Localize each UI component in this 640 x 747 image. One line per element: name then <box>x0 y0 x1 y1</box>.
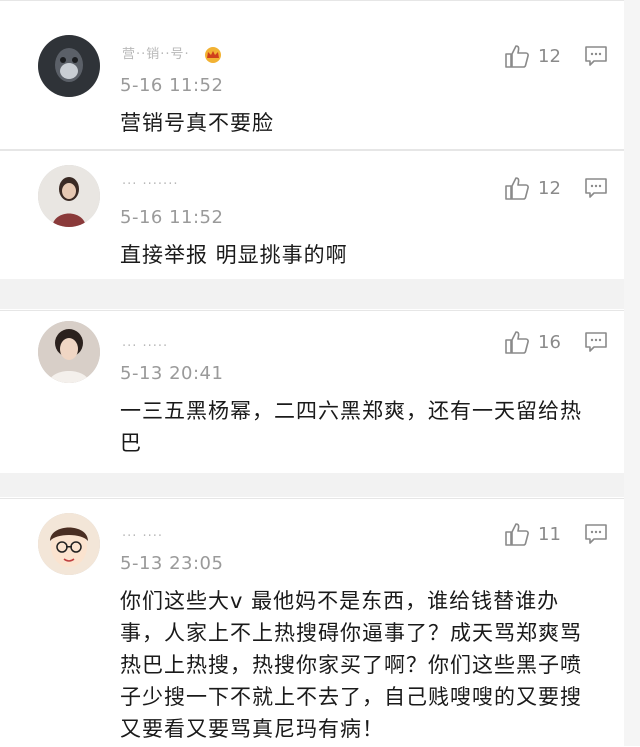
like-button[interactable]: 12 <box>504 43 561 69</box>
comment-time: 5-16 11:52 <box>120 207 224 228</box>
username[interactable]: ··· ······· <box>122 177 178 192</box>
comment-card: ··· ····· 5-13 20:41 一三五黑杨幂，二四六黑郑爽，还有一天留… <box>0 310 624 474</box>
avatar[interactable] <box>38 165 100 227</box>
thumbs-up-icon <box>505 45 529 68</box>
avatar-image <box>38 321 100 383</box>
avatar[interactable] <box>38 321 100 383</box>
crown-icon <box>203 46 223 63</box>
avatar-image <box>38 165 100 227</box>
thumbs-up-icon <box>505 523 529 546</box>
comment-text: 营销号真不要脸 <box>120 111 274 135</box>
comment-list: 营··销··号· 5-16 11:52 营销号真不要脸 12 ··· ·····… <box>0 0 640 747</box>
comment-time: 5-13 20:41 <box>120 363 224 384</box>
like-count: 12 <box>538 45 561 67</box>
comment-card: 营··销··号· 5-16 11:52 营销号真不要脸 12 <box>0 0 624 150</box>
like-count: 16 <box>538 331 561 353</box>
like-count: 11 <box>538 523 561 545</box>
comment-text: 你们这些大v 最他妈不是东西，谁给钱替谁办事，人家上不上热搜碍你逼事了？成天骂郑… <box>120 589 582 741</box>
divider <box>0 279 640 309</box>
reply-icon <box>585 332 607 352</box>
comment-time: 5-13 23:05 <box>120 553 224 574</box>
like-button[interactable]: 11 <box>504 521 561 547</box>
avatar[interactable] <box>38 35 100 97</box>
avatar-image <box>38 513 100 575</box>
reply-button[interactable] <box>584 331 608 353</box>
reply-icon <box>585 524 607 544</box>
reply-button[interactable] <box>584 177 608 199</box>
username[interactable]: ··· ···· <box>122 529 163 544</box>
like-button[interactable]: 16 <box>504 329 561 355</box>
avatar[interactable] <box>38 513 100 575</box>
reply-icon <box>585 46 607 66</box>
thumbs-up-icon <box>505 177 529 200</box>
username[interactable]: 营··销··号· <box>122 43 223 63</box>
reply-icon <box>585 178 607 198</box>
reply-button[interactable] <box>584 523 608 545</box>
comment-time: 5-16 11:52 <box>120 75 224 96</box>
comment-card: ··· ······· 5-16 11:52 直接举报 明显挑事的啊 12 <box>0 150 624 280</box>
reply-button[interactable] <box>584 45 608 67</box>
right-border <box>624 0 640 746</box>
like-count: 12 <box>538 177 561 199</box>
comment-text: 直接举报 明显挑事的啊 <box>120 243 348 267</box>
username[interactable]: ··· ····· <box>122 339 168 354</box>
avatar-image <box>38 35 100 97</box>
like-button[interactable]: 12 <box>504 175 561 201</box>
comment-text: 一三五黑杨幂，二四六黑郑爽，还有一天留给热巴 <box>120 399 582 455</box>
thumbs-up-icon <box>505 331 529 354</box>
divider <box>0 473 640 497</box>
comment-card: ··· ···· 5-13 23:05 你们这些大v 最他妈不是东西，谁给钱替谁… <box>0 498 624 747</box>
